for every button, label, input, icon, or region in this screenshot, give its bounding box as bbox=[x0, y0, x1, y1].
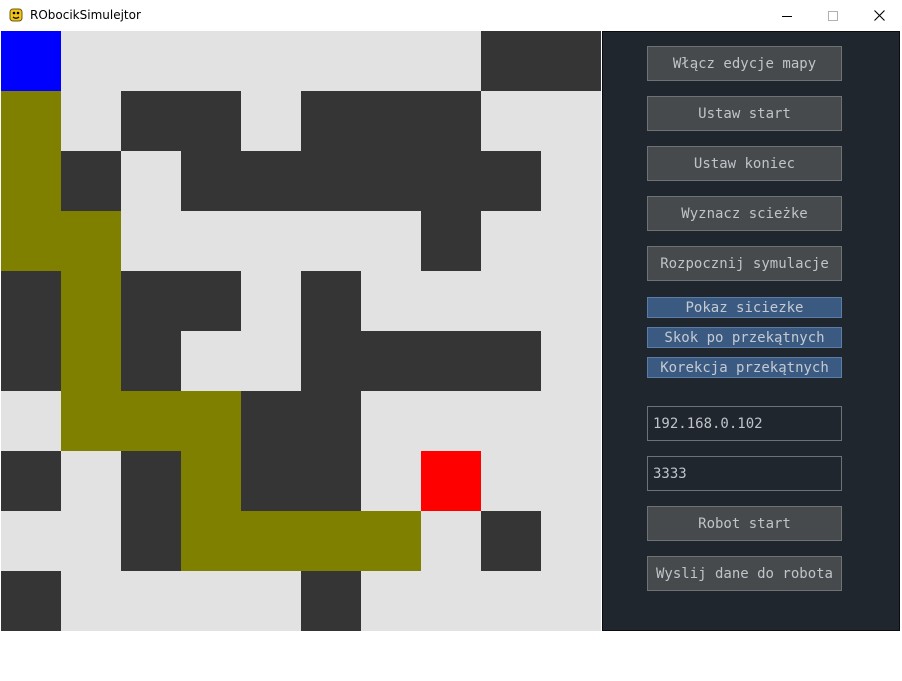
wall-cell[interactable] bbox=[301, 391, 361, 451]
edit-map-button[interactable]: Włącz edycje mapy bbox=[647, 46, 842, 81]
minimize-button[interactable] bbox=[764, 0, 810, 31]
start-cell[interactable] bbox=[1, 31, 61, 91]
wall-cell[interactable] bbox=[121, 451, 181, 511]
wall-cell[interactable] bbox=[181, 91, 241, 151]
python-snake-icon[interactable] bbox=[8, 7, 24, 23]
wall-cell[interactable] bbox=[121, 91, 181, 151]
control-panel: Włącz edycje mapy Ustaw start Ustaw koni… bbox=[602, 31, 900, 631]
wall-cell[interactable] bbox=[241, 391, 301, 451]
path-cell[interactable] bbox=[361, 511, 421, 571]
path-cell[interactable] bbox=[181, 391, 241, 451]
wall-cell[interactable] bbox=[301, 571, 361, 631]
port-field[interactable]: 3333 bbox=[647, 456, 842, 491]
map-grid[interactable] bbox=[1, 31, 601, 631]
wall-cell[interactable] bbox=[301, 331, 361, 391]
find-path-button[interactable]: Wyznacz scieżke bbox=[647, 196, 842, 231]
close-button[interactable] bbox=[856, 0, 902, 31]
maximize-button[interactable] bbox=[810, 0, 856, 31]
diagonal-correction-toggle[interactable]: Korekcja przekątnych bbox=[647, 357, 842, 378]
wall-cell[interactable] bbox=[1, 451, 61, 511]
wall-cell[interactable] bbox=[121, 331, 181, 391]
wall-cell[interactable] bbox=[421, 331, 481, 391]
path-cell[interactable] bbox=[181, 511, 241, 571]
close-icon bbox=[873, 10, 885, 21]
wall-cell[interactable] bbox=[61, 151, 121, 211]
path-cell[interactable] bbox=[1, 151, 61, 211]
path-cell[interactable] bbox=[1, 91, 61, 151]
wall-cell[interactable] bbox=[301, 271, 361, 331]
wall-cell[interactable] bbox=[241, 451, 301, 511]
wall-cell[interactable] bbox=[1, 271, 61, 331]
wall-cell[interactable] bbox=[301, 91, 361, 151]
path-cell[interactable] bbox=[121, 391, 181, 451]
path-cell[interactable] bbox=[61, 211, 121, 271]
wall-cell[interactable] bbox=[421, 211, 481, 271]
robot-start-button[interactable]: Robot start bbox=[647, 506, 842, 541]
wall-cell[interactable] bbox=[121, 271, 181, 331]
wall-cell[interactable] bbox=[421, 91, 481, 151]
path-cell[interactable] bbox=[181, 451, 241, 511]
window-title: RObocikSimulejtor bbox=[30, 8, 141, 22]
wall-cell[interactable] bbox=[1, 571, 61, 631]
wall-cell[interactable] bbox=[121, 511, 181, 571]
path-cell[interactable] bbox=[61, 271, 121, 331]
wall-cell[interactable] bbox=[181, 151, 241, 211]
wall-cell[interactable] bbox=[541, 31, 601, 91]
path-cell[interactable] bbox=[301, 511, 361, 571]
wall-cell[interactable] bbox=[301, 451, 361, 511]
wall-cell[interactable] bbox=[241, 151, 301, 211]
wall-cell[interactable] bbox=[421, 151, 481, 211]
diagonal-jump-toggle[interactable]: Skok po przekątnych bbox=[647, 327, 842, 348]
path-cell[interactable] bbox=[61, 331, 121, 391]
wall-cell[interactable] bbox=[361, 151, 421, 211]
title-bar[interactable]: RObocikSimulejtor bbox=[0, 0, 902, 31]
set-start-button[interactable]: Ustaw start bbox=[647, 96, 842, 131]
wall-cell[interactable] bbox=[361, 91, 421, 151]
wall-cell[interactable] bbox=[181, 271, 241, 331]
maximize-icon bbox=[828, 10, 838, 21]
path-cell[interactable] bbox=[1, 211, 61, 271]
show-path-toggle[interactable]: Pokaz siciezke bbox=[647, 297, 842, 318]
minimize-icon bbox=[782, 15, 792, 17]
wall-cell[interactable] bbox=[481, 151, 541, 211]
path-cell[interactable] bbox=[61, 391, 121, 451]
set-end-button[interactable]: Ustaw koniec bbox=[647, 146, 842, 181]
start-simulation-button[interactable]: Rozpocznij symulacje bbox=[647, 246, 842, 281]
send-data-to-robot-button[interactable]: Wyslij dane do robota bbox=[647, 556, 842, 591]
end-cell[interactable] bbox=[421, 451, 481, 511]
wall-cell[interactable] bbox=[481, 331, 541, 391]
wall-cell[interactable] bbox=[361, 331, 421, 391]
wall-cell[interactable] bbox=[481, 31, 541, 91]
ip-address-field[interactable]: 192.168.0.102 bbox=[647, 406, 842, 441]
wall-cell[interactable] bbox=[301, 151, 361, 211]
wall-cell[interactable] bbox=[1, 331, 61, 391]
path-cell[interactable] bbox=[241, 511, 301, 571]
wall-cell[interactable] bbox=[481, 511, 541, 571]
